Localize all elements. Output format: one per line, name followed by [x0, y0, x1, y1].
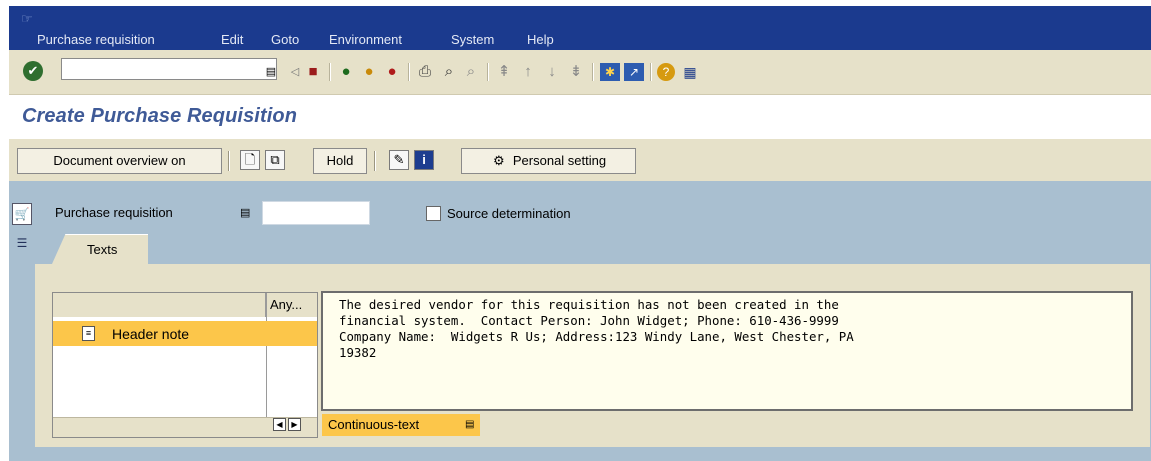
system-toolbar: ✔ ▤ ◁ ■ ● ● ● ⎙ ⌕ ⌕ ⇞ ↑ ↓ ⇟ ✱ ↗ ? ▦: [9, 50, 1151, 95]
toolbar-separator: [592, 63, 594, 81]
info-icon[interactable]: i: [414, 150, 434, 170]
first-page-icon[interactable]: ⇞: [494, 63, 514, 81]
purchase-requisition-field[interactable]: [262, 201, 370, 225]
toolbar-separator: [329, 63, 331, 81]
menu-environment[interactable]: Environment: [329, 32, 402, 48]
next-page-icon[interactable]: ↓: [542, 63, 562, 81]
create-session-icon[interactable]: ✱: [600, 63, 620, 81]
exit-icon[interactable]: ●: [359, 63, 379, 81]
back-icon[interactable]: ●: [336, 63, 356, 81]
scroll-left-icon[interactable]: ◀: [273, 418, 286, 431]
tab-texts-label: Texts: [87, 242, 118, 257]
layout-menu-icon[interactable]: ▦: [680, 63, 700, 81]
application-toolbar: Document overview on 🗋 ⧉ Hold ✎ i ⚙ Perso…: [9, 139, 1151, 181]
editor-line: financial system. Contact Person: John W…: [339, 313, 839, 328]
tree-item-label[interactable]: Header note: [112, 326, 189, 342]
command-field[interactable]: [61, 58, 277, 80]
previous-page-icon[interactable]: ↑: [518, 63, 538, 81]
system-menu-icon[interactable]: ☞: [21, 12, 35, 25]
cancel-icon[interactable]: ●: [382, 63, 402, 81]
menu-system[interactable]: System: [451, 32, 494, 48]
help-icon[interactable]: ?: [657, 63, 675, 81]
scroll-right-icon[interactable]: ▶: [288, 418, 301, 431]
tree-header-any[interactable]: Any...: [267, 293, 317, 317]
personal-setting-button[interactable]: ⚙ Personal setting: [461, 148, 636, 174]
editor-line: Company Name: Widgets R Us; Address:123 …: [339, 329, 854, 344]
personal-setting-icon: ⚙: [493, 153, 505, 168]
find-next-icon[interactable]: ⌕: [461, 63, 481, 81]
hold-button[interactable]: Hold: [313, 148, 367, 174]
toolbar-separator: [650, 63, 652, 81]
document-overview-button[interactable]: Document overview on: [17, 148, 222, 174]
command-history-icon[interactable]: ▤: [261, 63, 281, 81]
create-document-icon[interactable]: 🗋: [240, 150, 260, 170]
text-format-label: Continuous-text: [328, 417, 420, 432]
note-icon: ≡: [82, 326, 95, 341]
print-icon[interactable]: ⎙: [415, 63, 435, 81]
copy-document-icon[interactable]: ⧉: [265, 150, 285, 170]
dropdown-icon[interactable]: ▤: [465, 419, 474, 430]
menu-bar: ☞ Purchase requisition Edit Goto Environ…: [9, 6, 1151, 50]
editor-line: 19382: [339, 345, 377, 360]
tree-column-divider: [266, 293, 267, 437]
menu-goto[interactable]: Goto: [271, 32, 299, 48]
editor-line: The desired vendor for this requisition …: [339, 297, 839, 312]
shortcut-icon[interactable]: ↗: [624, 63, 644, 81]
source-determination-label: Source determination: [447, 206, 571, 221]
save-icon[interactable]: ■: [303, 63, 323, 81]
tree-header-text-type: [53, 293, 266, 317]
toolbar-separator: [408, 63, 410, 81]
menu-edit[interactable]: Edit: [221, 32, 243, 48]
last-page-icon[interactable]: ⇟: [566, 63, 586, 81]
toolbar-separator: [374, 151, 376, 171]
purchase-requisition-label: Purchase requisition: [55, 205, 173, 220]
find-icon[interactable]: ⌕: [439, 63, 459, 81]
toolbar-separator: [228, 151, 230, 171]
enter-icon[interactable]: ✔: [23, 61, 43, 81]
value-help-icon[interactable]: ▤: [240, 206, 250, 219]
display-change-icon[interactable]: ✎: [389, 150, 409, 170]
page-title: Create Purchase Requisition: [22, 105, 298, 127]
menu-purchase-requisition[interactable]: Purchase requisition: [37, 32, 155, 48]
toolbar-separator: [487, 63, 489, 81]
source-determination-checkbox[interactable]: [426, 206, 441, 221]
shopping-cart-icon[interactable]: 🛒: [12, 203, 32, 225]
menu-help[interactable]: Help: [527, 32, 554, 48]
personal-setting-label: Personal setting: [512, 153, 607, 168]
document-list-icon[interactable]: ☰: [12, 233, 32, 253]
collapse-icon[interactable]: ◁: [285, 63, 305, 81]
